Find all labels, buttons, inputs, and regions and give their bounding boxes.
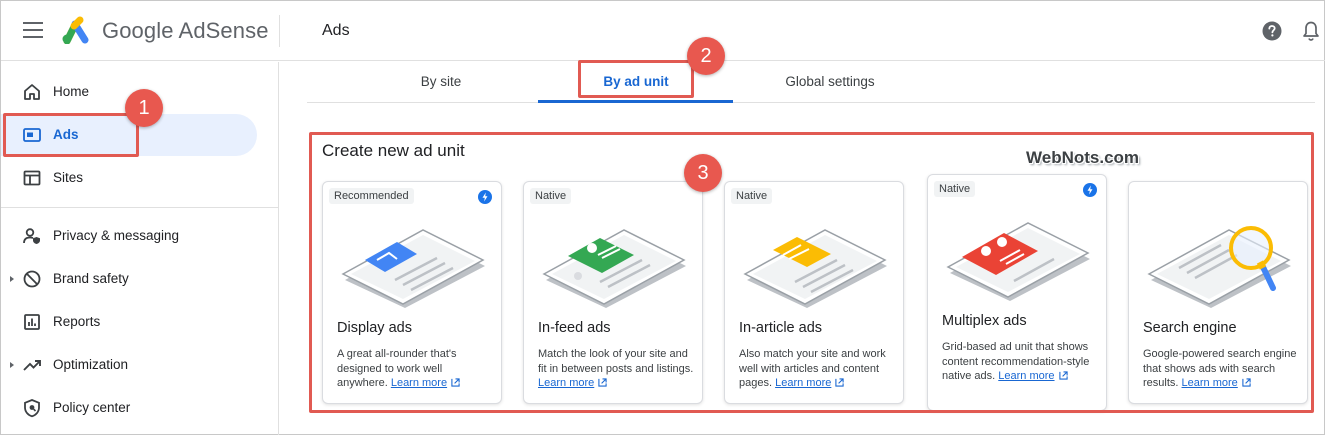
sidebar-item-label: Privacy & messaging <box>53 228 180 243</box>
annotation-marker-2: 2 <box>687 37 725 75</box>
adsense-logo-icon <box>62 16 89 44</box>
page-title: Ads <box>322 22 350 39</box>
annotation-marker-1: 1 <box>125 89 163 127</box>
sidebar-item-brand-safety[interactable]: Brand safety <box>1 258 257 300</box>
active-tab-indicator <box>538 100 733 103</box>
annotation-box-create-ad-unit <box>309 132 1314 413</box>
notifications-icon[interactable] <box>1301 20 1321 42</box>
annotation-box-by-ad-unit <box>578 60 694 98</box>
home-icon <box>24 84 40 100</box>
sidebar-item-privacy-messaging[interactable]: Privacy & messaging <box>1 215 257 257</box>
sites-icon <box>23 170 41 186</box>
trending-icon <box>23 360 41 371</box>
annotation-marker-3: 3 <box>684 154 722 192</box>
sidebar-item-label: Home <box>53 84 90 99</box>
shield-icon <box>24 399 40 418</box>
sidebar-item-label: Brand safety <box>53 271 129 286</box>
expand-caret-icon[interactable] <box>10 276 14 282</box>
tab-global-settings[interactable]: Global settings <box>766 74 894 89</box>
sidebar-item-label: Sites <box>53 170 84 185</box>
privacy-icon <box>23 228 40 244</box>
tab-by-site[interactable]: By site <box>401 74 481 89</box>
tabs-baseline <box>307 102 1315 103</box>
sidebar-item-reports[interactable]: Reports <box>1 301 257 343</box>
annotation-box-ads <box>3 113 139 157</box>
top-bar: Google AdSense Ads <box>1 1 1325 61</box>
sidebar-item-sites[interactable]: Sites <box>1 157 257 199</box>
block-icon <box>23 270 41 288</box>
menu-icon[interactable] <box>23 22 43 38</box>
expand-caret-icon[interactable] <box>10 362 14 368</box>
sidebar-item-policy-center[interactable]: Policy center <box>1 387 257 429</box>
reports-icon <box>24 314 40 330</box>
header-divider <box>279 15 280 47</box>
sidebar-item-label: Optimization <box>53 357 129 372</box>
sidebar-divider <box>1 207 279 208</box>
sidebar-item-label: Policy center <box>53 400 131 415</box>
logo-text: Google AdSense <box>102 18 269 43</box>
adsense-app: Google AdSense Ads Home Ads Sites Privac… <box>0 0 1325 435</box>
sidebar-item-optimization[interactable]: Optimization <box>1 344 257 386</box>
help-icon[interactable] <box>1262 21 1282 41</box>
sidebar-item-label: Reports <box>53 314 101 329</box>
